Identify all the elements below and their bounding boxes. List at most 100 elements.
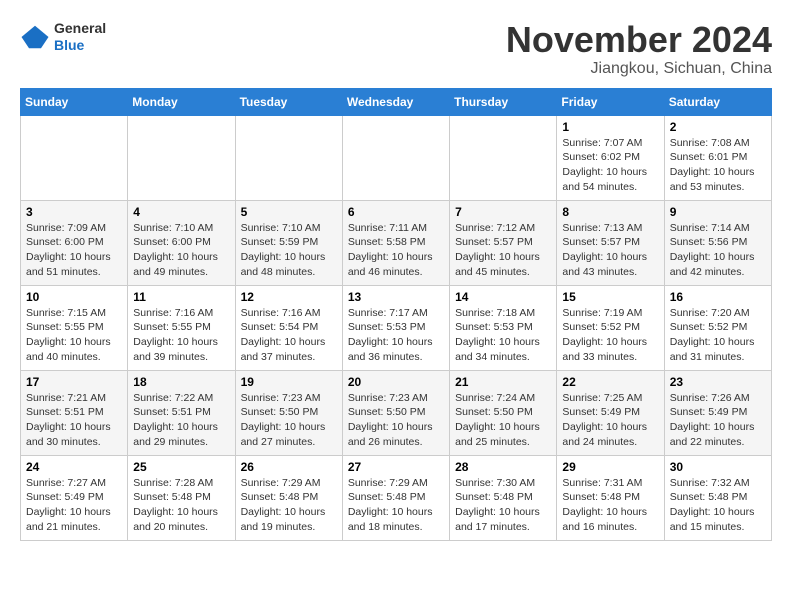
day-info: Sunrise: 7:17 AM Sunset: 5:53 PM Dayligh… — [348, 306, 444, 365]
day-cell: 13 Sunrise: 7:17 AM Sunset: 5:53 PM Dayli… — [342, 285, 449, 370]
day-number: 25 — [133, 460, 229, 474]
day-cell: 28 Sunrise: 7:30 AM Sunset: 5:48 PM Dayli… — [450, 455, 557, 540]
weekday-header-sunday: Sunday — [21, 88, 128, 115]
day-number: 30 — [670, 460, 766, 474]
week-row-2: 3 Sunrise: 7:09 AM Sunset: 6:00 PM Daylig… — [21, 200, 772, 285]
day-cell — [342, 115, 449, 200]
day-info: Sunrise: 7:10 AM Sunset: 5:59 PM Dayligh… — [241, 221, 337, 280]
day-number: 6 — [348, 205, 444, 219]
day-cell: 20 Sunrise: 7:23 AM Sunset: 5:50 PM Dayli… — [342, 370, 449, 455]
day-cell: 16 Sunrise: 7:20 AM Sunset: 5:52 PM Dayli… — [664, 285, 771, 370]
day-cell — [21, 115, 128, 200]
day-info: Sunrise: 7:21 AM Sunset: 5:51 PM Dayligh… — [26, 391, 122, 450]
day-info: Sunrise: 7:30 AM Sunset: 5:48 PM Dayligh… — [455, 476, 551, 535]
day-number: 20 — [348, 375, 444, 389]
day-number: 27 — [348, 460, 444, 474]
day-number: 14 — [455, 290, 551, 304]
calendar-table: SundayMondayTuesdayWednesdayThursdayFrid… — [20, 88, 772, 541]
day-number: 23 — [670, 375, 766, 389]
day-cell: 21Sunrise: 7:24 AM Sunset: 5:50 PM Dayli… — [450, 370, 557, 455]
weekday-header-tuesday: Tuesday — [235, 88, 342, 115]
day-number: 13 — [348, 290, 444, 304]
day-info: Sunrise: 7:13 AM Sunset: 5:57 PM Dayligh… — [562, 221, 658, 280]
day-cell: 6 Sunrise: 7:11 AM Sunset: 5:58 PM Daylig… — [342, 200, 449, 285]
day-number: 8 — [562, 205, 658, 219]
weekday-header-saturday: Saturday — [664, 88, 771, 115]
day-number: 28 — [455, 460, 551, 474]
page-header: General Blue November 2024 Jiangkou, Sic… — [20, 20, 772, 78]
day-number: 15 — [562, 290, 658, 304]
day-cell: 14 Sunrise: 7:18 AM Sunset: 5:53 PM Dayli… — [450, 285, 557, 370]
day-cell: 8 Sunrise: 7:13 AM Sunset: 5:57 PM Daylig… — [557, 200, 664, 285]
day-cell — [235, 115, 342, 200]
day-cell: 9 Sunrise: 7:14 AM Sunset: 5:56 PM Daylig… — [664, 200, 771, 285]
day-number: 17 — [26, 375, 122, 389]
day-info: Sunrise: 7:29 AM Sunset: 5:48 PM Dayligh… — [241, 476, 337, 535]
day-cell: 7 Sunrise: 7:12 AM Sunset: 5:57 PM Daylig… — [450, 200, 557, 285]
day-info: Sunrise: 7:20 AM Sunset: 5:52 PM Dayligh… — [670, 306, 766, 365]
weekday-header-monday: Monday — [128, 88, 235, 115]
day-info: Sunrise: 7:18 AM Sunset: 5:53 PM Dayligh… — [455, 306, 551, 365]
day-cell: 29Sunrise: 7:31 AM Sunset: 5:48 PM Dayli… — [557, 455, 664, 540]
day-cell: 3 Sunrise: 7:09 AM Sunset: 6:00 PM Daylig… — [21, 200, 128, 285]
day-info: Sunrise: 7:07 AM Sunset: 6:02 PM Dayligh… — [562, 136, 658, 195]
day-cell: 10Sunrise: 7:15 AM Sunset: 5:55 PM Dayli… — [21, 285, 128, 370]
day-info: Sunrise: 7:28 AM Sunset: 5:48 PM Dayligh… — [133, 476, 229, 535]
day-info: Sunrise: 7:32 AM Sunset: 5:48 PM Dayligh… — [670, 476, 766, 535]
day-number: 22 — [562, 375, 658, 389]
day-cell: 24Sunrise: 7:27 AM Sunset: 5:49 PM Dayli… — [21, 455, 128, 540]
day-cell: 4Sunrise: 7:10 AM Sunset: 6:00 PM Daylig… — [128, 200, 235, 285]
day-number: 11 — [133, 290, 229, 304]
week-row-4: 17 Sunrise: 7:21 AM Sunset: 5:51 PM Dayli… — [21, 370, 772, 455]
day-number: 9 — [670, 205, 766, 219]
week-row-5: 24Sunrise: 7:27 AM Sunset: 5:49 PM Dayli… — [21, 455, 772, 540]
day-number: 18 — [133, 375, 229, 389]
day-cell: 11 Sunrise: 7:16 AM Sunset: 5:55 PM Dayli… — [128, 285, 235, 370]
day-cell: 17 Sunrise: 7:21 AM Sunset: 5:51 PM Dayli… — [21, 370, 128, 455]
day-number: 7 — [455, 205, 551, 219]
day-cell: 23 Sunrise: 7:26 AM Sunset: 5:49 PM Dayli… — [664, 370, 771, 455]
day-cell: 26 Sunrise: 7:29 AM Sunset: 5:48 PM Dayli… — [235, 455, 342, 540]
day-info: Sunrise: 7:10 AM Sunset: 6:00 PM Dayligh… — [133, 221, 229, 280]
day-info: Sunrise: 7:26 AM Sunset: 5:49 PM Dayligh… — [670, 391, 766, 450]
day-cell: 25 Sunrise: 7:28 AM Sunset: 5:48 PM Dayli… — [128, 455, 235, 540]
weekday-header-friday: Friday — [557, 88, 664, 115]
day-info: Sunrise: 7:14 AM Sunset: 5:56 PM Dayligh… — [670, 221, 766, 280]
weekday-header-thursday: Thursday — [450, 88, 557, 115]
day-info: Sunrise: 7:08 AM Sunset: 6:01 PM Dayligh… — [670, 136, 766, 195]
day-number: 10 — [26, 290, 122, 304]
day-info: Sunrise: 7:09 AM Sunset: 6:00 PM Dayligh… — [26, 221, 122, 280]
day-cell: 30 Sunrise: 7:32 AM Sunset: 5:48 PM Dayli… — [664, 455, 771, 540]
day-info: Sunrise: 7:19 AM Sunset: 5:52 PM Dayligh… — [562, 306, 658, 365]
day-info: Sunrise: 7:25 AM Sunset: 5:49 PM Dayligh… — [562, 391, 658, 450]
day-cell: 19 Sunrise: 7:23 AM Sunset: 5:50 PM Dayli… — [235, 370, 342, 455]
day-number: 12 — [241, 290, 337, 304]
day-cell — [128, 115, 235, 200]
day-cell: 15 Sunrise: 7:19 AM Sunset: 5:52 PM Dayli… — [557, 285, 664, 370]
day-info: Sunrise: 7:12 AM Sunset: 5:57 PM Dayligh… — [455, 221, 551, 280]
weekday-header-row: SundayMondayTuesdayWednesdayThursdayFrid… — [21, 88, 772, 115]
location: Jiangkou, Sichuan, China — [506, 60, 772, 78]
day-number: 21 — [455, 375, 551, 389]
day-info: Sunrise: 7:16 AM Sunset: 5:55 PM Dayligh… — [133, 306, 229, 365]
day-info: Sunrise: 7:11 AM Sunset: 5:58 PM Dayligh… — [348, 221, 444, 280]
day-cell: 1Sunrise: 7:07 AM Sunset: 6:02 PM Daylig… — [557, 115, 664, 200]
day-info: Sunrise: 7:22 AM Sunset: 5:51 PM Dayligh… — [133, 391, 229, 450]
logo: General Blue — [20, 20, 106, 54]
day-number: 16 — [670, 290, 766, 304]
day-number: 5 — [241, 205, 337, 219]
day-cell — [450, 115, 557, 200]
day-cell: 27Sunrise: 7:29 AM Sunset: 5:48 PM Dayli… — [342, 455, 449, 540]
day-info: Sunrise: 7:27 AM Sunset: 5:49 PM Dayligh… — [26, 476, 122, 535]
month-title: November 2024 — [506, 20, 772, 60]
day-cell: 22 Sunrise: 7:25 AM Sunset: 5:49 PM Dayli… — [557, 370, 664, 455]
week-row-3: 10Sunrise: 7:15 AM Sunset: 5:55 PM Dayli… — [21, 285, 772, 370]
title-block: November 2024 Jiangkou, Sichuan, China — [506, 20, 772, 78]
day-number: 26 — [241, 460, 337, 474]
day-info: Sunrise: 7:23 AM Sunset: 5:50 PM Dayligh… — [348, 391, 444, 450]
day-cell: 18 Sunrise: 7:22 AM Sunset: 5:51 PM Dayli… — [128, 370, 235, 455]
day-number: 3 — [26, 205, 122, 219]
day-info: Sunrise: 7:23 AM Sunset: 5:50 PM Dayligh… — [241, 391, 337, 450]
logo-icon — [20, 22, 50, 52]
day-number: 19 — [241, 375, 337, 389]
